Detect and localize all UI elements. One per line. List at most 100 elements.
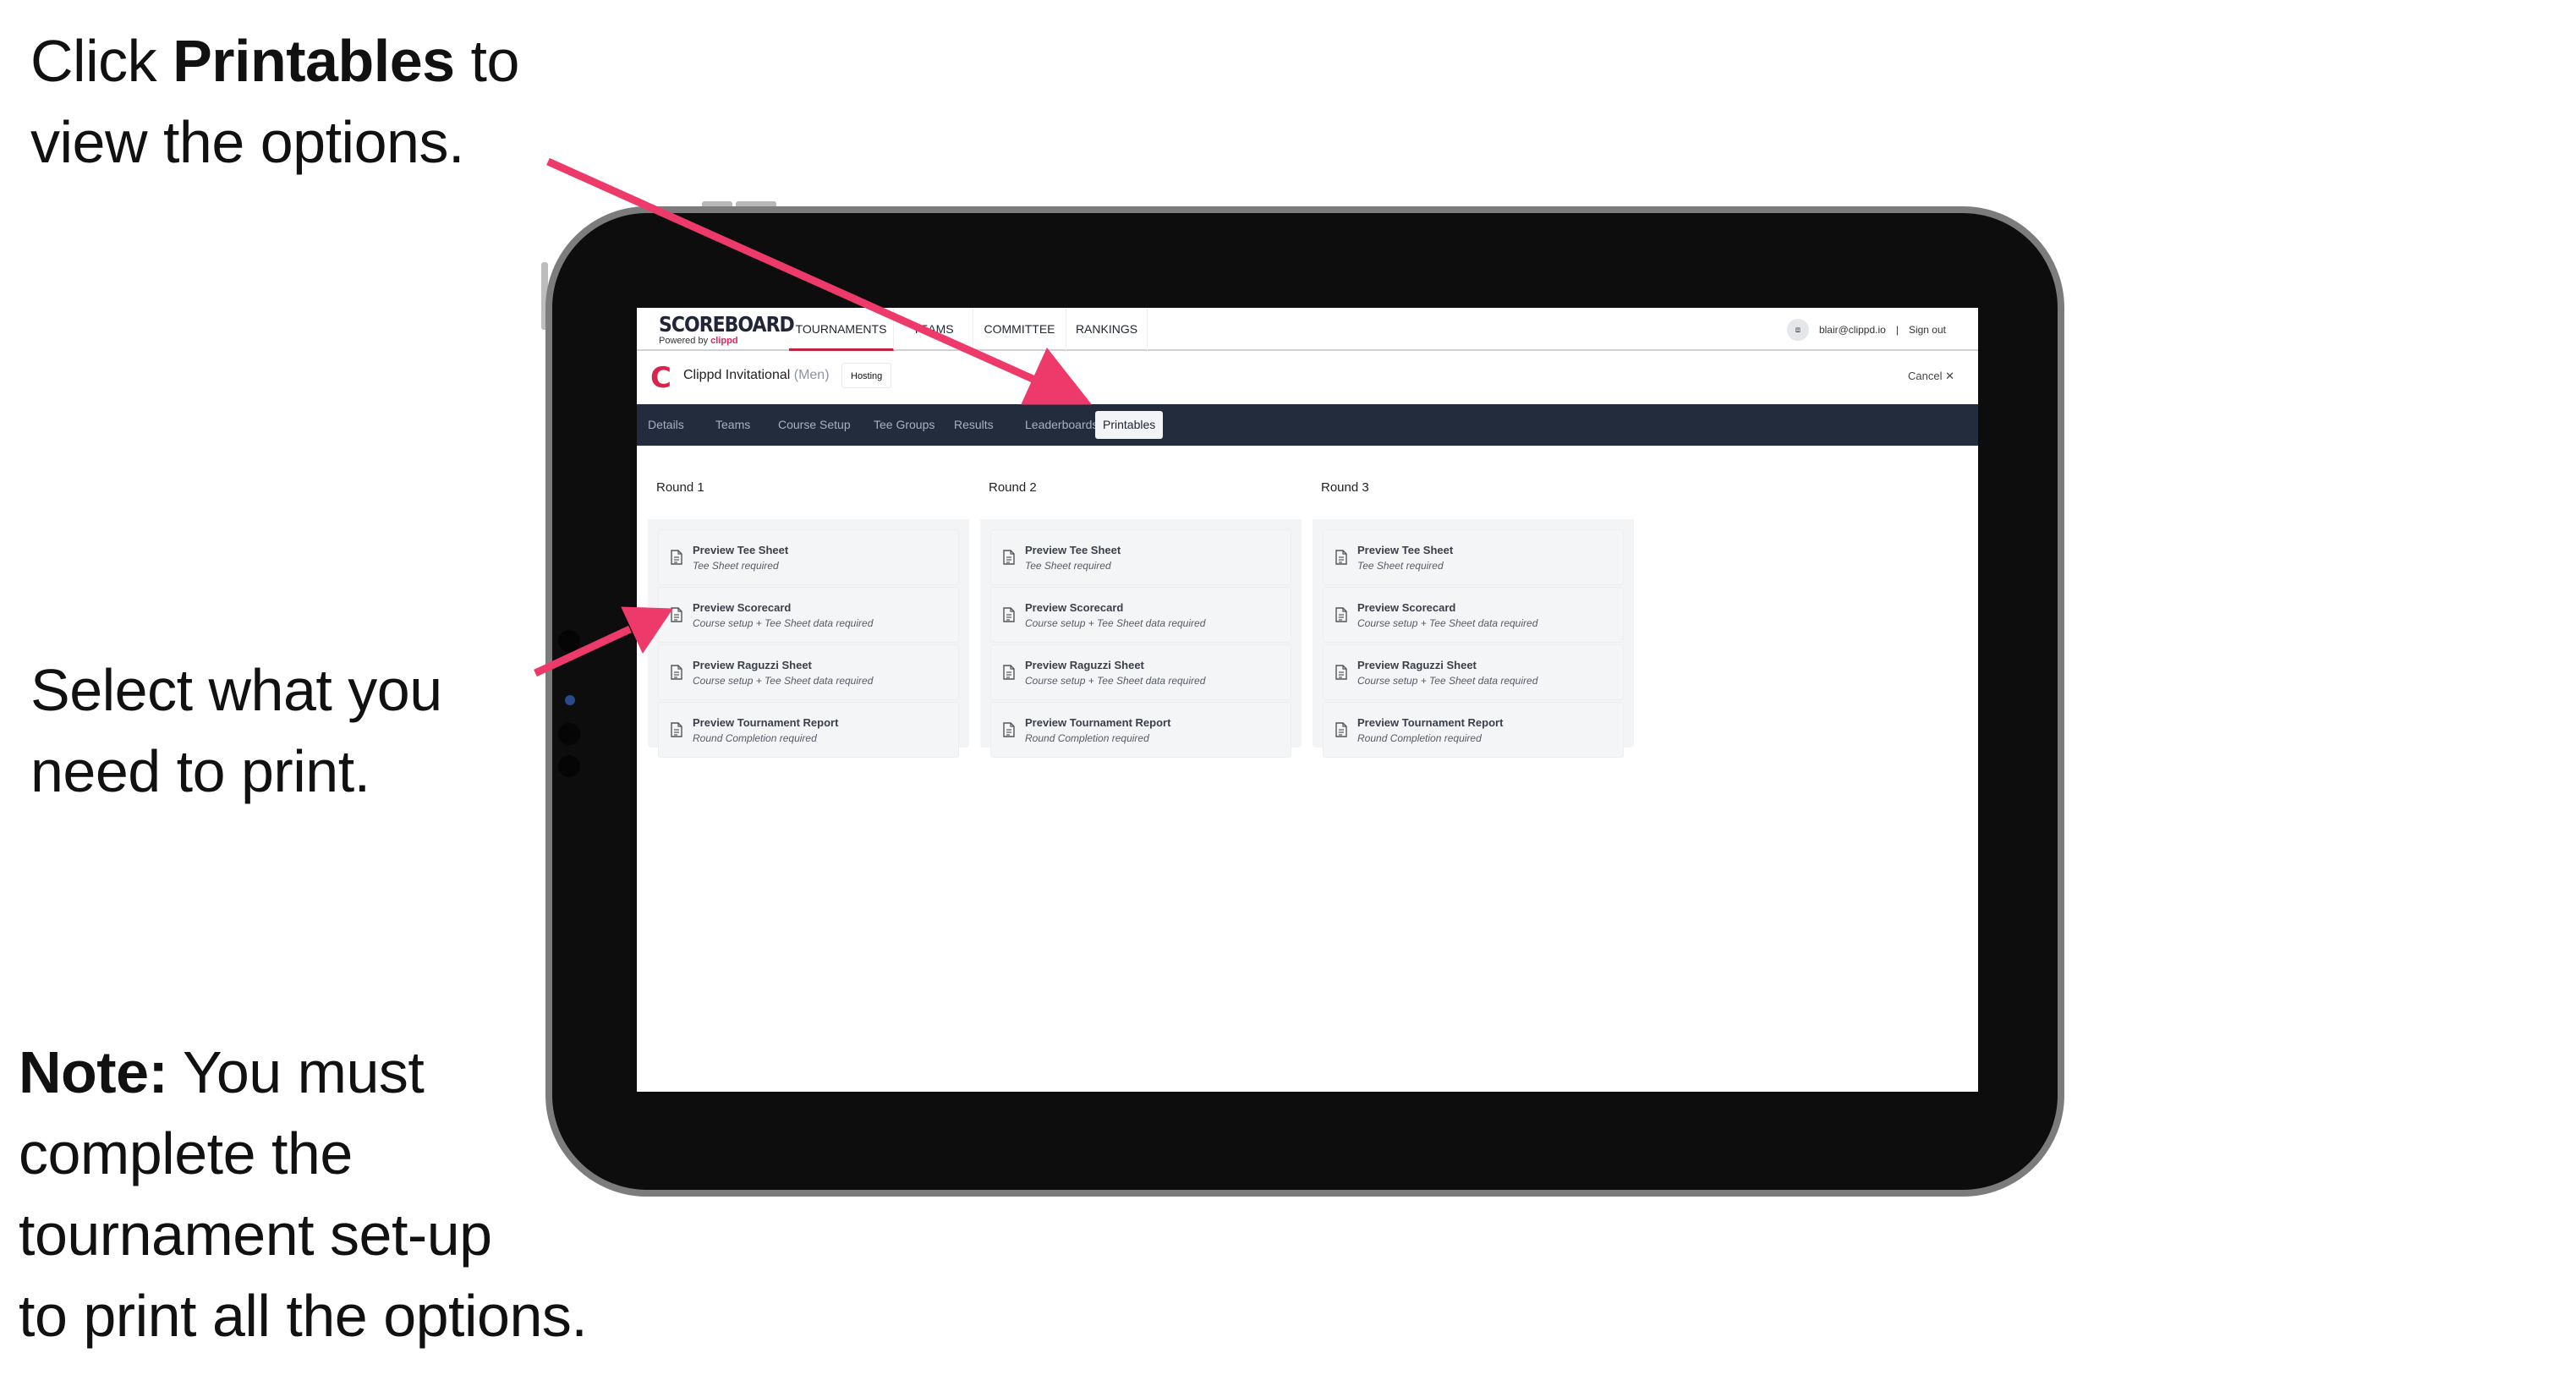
printable-item[interactable]: Preview Tee Sheet Tee Sheet required [1323,529,1624,585]
printable-title: Preview Tournament Report [1025,715,1171,729]
printable-item[interactable]: Preview Scorecard Course setup + Tee She… [990,587,1291,643]
tab-results[interactable]: Results [946,411,1001,439]
printable-title: Preview Tee Sheet [1357,543,1454,556]
printable-title: Preview Raguzzi Sheet [693,658,812,671]
scoreboard-logo[interactable]: SCOREBOARD Powered by clippd [659,313,795,346]
printable-requirement: Round Completion required [693,731,817,744]
printable-title: Preview Tee Sheet [1025,543,1121,556]
tab-details[interactable]: Details [640,411,692,439]
document-icon [1003,607,1015,622]
round-title: Round 3 [1313,462,1634,519]
printable-item[interactable]: Preview Scorecard Course setup + Tee She… [1323,587,1624,643]
close-icon: ✕ [1945,370,1954,382]
document-icon [671,665,682,680]
instruction-text: to [454,28,520,94]
nav-tournaments[interactable]: TOURNAMENTS [789,308,894,351]
printable-requirement: Tee Sheet required [1357,559,1444,572]
printable-title: Preview Scorecard [693,600,792,614]
printable-title: Preview Raguzzi Sheet [1025,658,1144,671]
instruction-text: Click [30,28,173,94]
cancel-label: Cancel [1908,370,1943,382]
printable-title: Preview Scorecard [1357,600,1456,614]
printable-item[interactable]: Preview Tournament Report Round Completi… [990,702,1291,758]
nav-committee[interactable]: COMMITTEE [973,308,1066,351]
printable-requirement: Course setup + Tee Sheet data required [1357,674,1538,687]
note-line: tournament set-up [19,1202,492,1268]
round-card: Round 1 Preview Tee Sheet Tee Sheet requ… [648,462,969,758]
tournament-title: Clippd Invitational (Men) [683,368,830,383]
powered-by-text: Powered by [659,336,711,346]
instruction-click-printables: Click Printables to view the options. [30,20,519,183]
printable-item[interactable]: Preview Tee Sheet Tee Sheet required [990,529,1291,585]
image-placeholder-icon[interactable]: ⧈ [1786,319,1809,341]
tab-tee-groups[interactable]: Tee Groups [866,411,942,439]
printable-title: Preview Tee Sheet [693,543,789,556]
tab-printables[interactable]: Printables [1095,411,1164,439]
printable-item[interactable]: Preview Raguzzi Sheet Course setup + Tee… [658,644,959,700]
tab-teams[interactable]: Teams [708,411,758,439]
app-screen: SCOREBOARD Powered by clippd TOURNAMENTS… [637,308,1978,1092]
document-icon [1003,665,1015,680]
tablet-camera [565,695,575,705]
printable-requirement: Round Completion required [1357,731,1482,744]
instruction-select: Select what you need to print. [30,649,442,812]
tablet-sensor [558,755,580,777]
printable-item[interactable]: Preview Tournament Report Round Completi… [1323,702,1624,758]
document-icon [1003,722,1015,737]
printable-requirement: Course setup + Tee Sheet data required [693,616,874,629]
printable-title: Preview Tournament Report [693,715,839,729]
printable-item[interactable]: Preview Raguzzi Sheet Course setup + Tee… [990,644,1291,700]
tab-course-setup[interactable]: Course Setup [770,411,858,439]
printable-requirement: Tee Sheet required [693,559,779,572]
printable-requirement: Course setup + Tee Sheet data required [1025,674,1206,687]
instruction-text: Select what you [30,657,442,723]
sign-out-link[interactable]: Sign out [1909,324,1946,336]
printable-item[interactable]: Preview Scorecard Course setup + Tee She… [658,587,959,643]
document-icon [1335,550,1347,565]
nav-rankings[interactable]: RANKINGS [1066,308,1148,351]
printable-requirement: Course setup + Tee Sheet data required [1357,616,1538,629]
tab-leaderboards[interactable]: Leaderboards [1017,411,1105,439]
tournament-name: Clippd Invitational [683,368,791,382]
note-line: You must [167,1039,425,1105]
round-card: Round 3 Preview Tee Sheet Tee Sheet requ… [1313,462,1634,758]
tournament-tabs: Details Teams Course Setup Tee Groups Re… [637,404,1978,446]
document-icon [671,722,682,737]
printable-requirement: Round Completion required [1025,731,1149,744]
document-icon [1003,550,1015,565]
instruction-bold: Printables [173,28,455,94]
tablet-sensor [558,630,580,652]
document-icon [671,607,682,622]
top-navigation: SCOREBOARD Powered by clippd TOURNAMENTS… [637,308,1978,351]
cancel-button[interactable]: Cancel ✕ [1908,370,1954,383]
round-title: Round 1 [648,462,969,519]
document-icon [1335,607,1347,622]
printable-item[interactable]: Preview Tournament Report Round Completi… [658,702,959,758]
note-label: Note: [19,1039,168,1105]
printable-item[interactable]: Preview Tee Sheet Tee Sheet required [658,529,959,585]
brand-name: clippd [710,336,738,346]
round-card: Round 2 Preview Tee Sheet Tee Sheet requ… [980,462,1302,758]
printable-title: Preview Raguzzi Sheet [1357,658,1477,671]
document-icon [1335,665,1347,680]
hosting-badge: Hosting [841,363,892,388]
round-title: Round 2 [980,462,1302,519]
logo-powered-by: Powered by clippd [659,336,794,346]
clippd-logo-icon: C [650,361,671,395]
nav-teams[interactable]: TEAMS [894,308,973,351]
user-area: ⧈ blair@clippd.io | Sign out [1786,318,1946,342]
instruction-text: need to print. [30,738,370,804]
round-items: Preview Tee Sheet Tee Sheet required Pre… [648,519,969,770]
note-line: complete the [19,1120,353,1186]
tournament-division: (Men) [793,368,830,382]
printable-item[interactable]: Preview Raguzzi Sheet Course setup + Tee… [1323,644,1624,700]
round-items: Preview Tee Sheet Tee Sheet required Pre… [1313,519,1634,770]
note-line: to print all the options. [19,1283,588,1349]
printable-requirement: Course setup + Tee Sheet data required [1025,616,1206,629]
printable-requirement: Tee Sheet required [1025,559,1111,572]
printable-title: Preview Tournament Report [1357,715,1504,729]
separator: | [1895,324,1899,336]
tournament-header: C Clippd Invitational (Men) Hosting Canc… [637,351,1978,404]
logo-title: SCOREBOARD [659,313,795,337]
document-icon [1335,722,1347,737]
